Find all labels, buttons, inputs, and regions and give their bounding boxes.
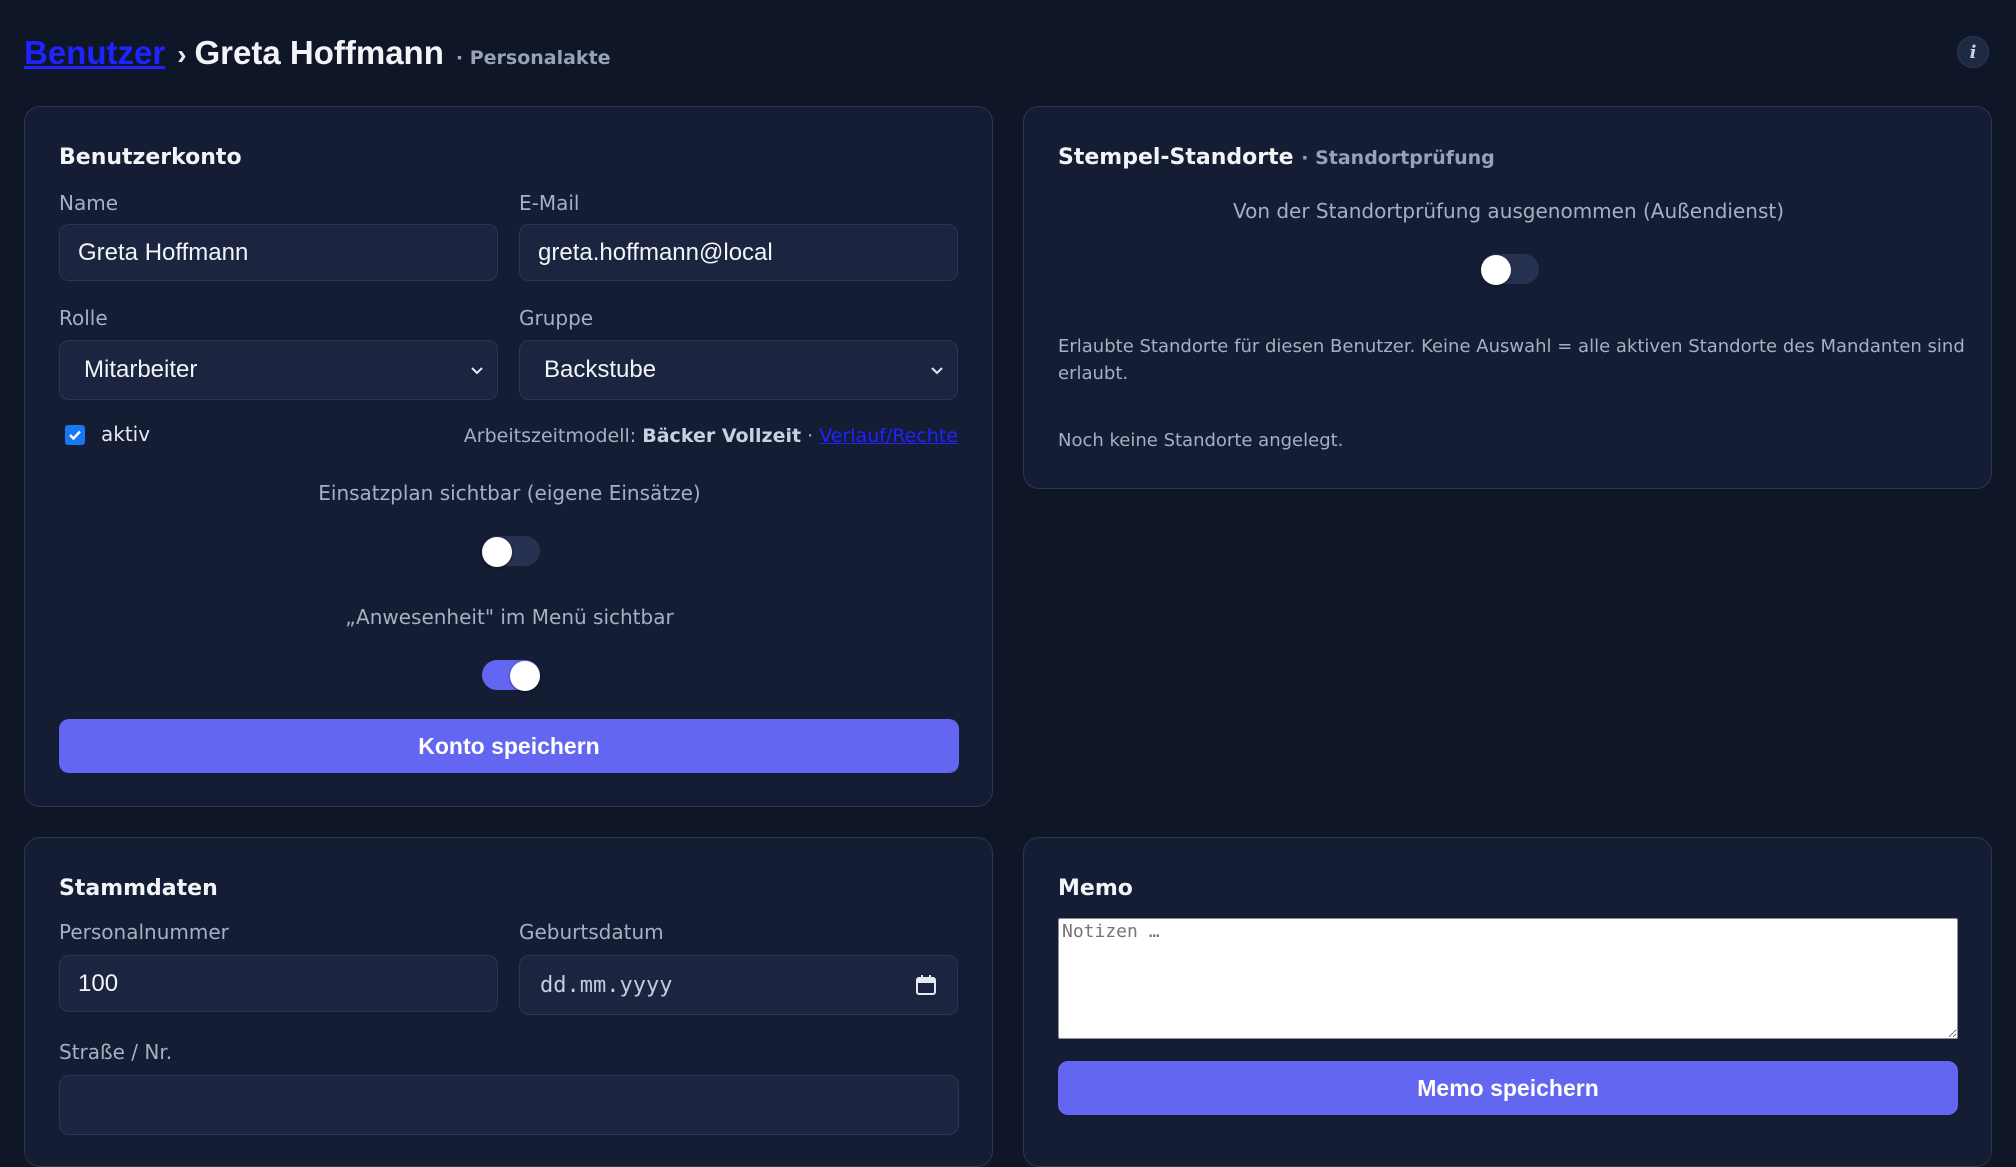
memo-textarea[interactable] [1058, 918, 1958, 1039]
locations-subtitle: · Standortprüfung [1301, 147, 1495, 169]
role-label: Rolle [59, 306, 108, 330]
locations-card: Stempel-Standorte · Standortprüfung Von … [1023, 106, 1992, 489]
personnel-number-input[interactable]: 100 [59, 955, 498, 1012]
street-label: Straße / Nr. [59, 1040, 173, 1064]
master-data-card-title: Stammdaten [59, 876, 218, 901]
toggle-knob [510, 661, 540, 691]
worktime-value: Bäcker Vollzeit [642, 425, 802, 447]
info-icon: i [1969, 41, 1977, 63]
group-select-value: Backstube [544, 356, 657, 383]
name-label: Name [59, 191, 119, 215]
memo-card-title: Memo [1058, 876, 1133, 901]
role-select[interactable]: Mitarbeiter [59, 340, 498, 400]
info-button[interactable]: i [1957, 36, 1989, 68]
save-memo-button[interactable]: Memo speichern [1058, 1061, 1958, 1115]
worktime-model: Arbeitszeitmodell: Bäcker Vollzeit · Ver… [464, 425, 958, 447]
schedule-visible-label: Einsatzplan sichtbar (eigene Einsätze) [318, 481, 701, 505]
active-checkbox[interactable] [65, 425, 85, 445]
location-exempt-toggle[interactable] [1481, 254, 1539, 285]
group-select[interactable]: Backstube [519, 340, 958, 400]
birthdate-input[interactable]: dd.mm.yyyy [519, 955, 958, 1015]
toggle-knob [482, 537, 512, 567]
attendance-menu-toggle[interactable] [482, 660, 540, 691]
save-account-button[interactable]: Konto speichern [59, 719, 959, 773]
toggle-knob [1481, 255, 1511, 285]
email-label: E-Mail [519, 191, 580, 215]
worktime-separator: · [807, 425, 814, 447]
birthdate-label: Geburtsdatum [519, 920, 664, 944]
chevron-down-icon [471, 367, 483, 375]
page-title: Greta Hoffmann [194, 34, 444, 71]
active-label: aktiv [101, 422, 151, 446]
memo-card: Memo Memo speichern [1023, 837, 1992, 1167]
location-exempt-label: Von der Standortprüfung ausgenommen (Auß… [1232, 199, 1785, 223]
chevron-down-icon [931, 367, 943, 375]
breadcrumb-link-benutzer[interactable]: Benutzer [24, 34, 165, 72]
account-card-title: Benutzerkonto [59, 145, 242, 170]
calendar-icon[interactable] [915, 974, 937, 996]
role-select-value: Mitarbeiter [84, 356, 198, 383]
email-input[interactable]: greta.hoffmann@local [519, 224, 958, 281]
worktime-prefix: Arbeitszeitmodell: [463, 425, 637, 447]
attendance-menu-label: „Anwesenheit" im Menü sichtbar [345, 605, 674, 629]
group-label: Gruppe [519, 306, 594, 330]
page-subtitle: · Personalakte [455, 47, 611, 69]
breadcrumb: Benutzer › Greta Hoffmann · Personalakte [24, 34, 611, 78]
locations-card-title: Stempel-Standorte · Standortprüfung [1058, 145, 1495, 170]
check-icon [69, 430, 81, 441]
personnel-number-label: Personalnummer [59, 920, 229, 944]
master-data-card: Stammdaten Personalnummer 100 Geburtsdat… [24, 837, 993, 1167]
worktime-history-link[interactable]: Verlauf/Rechte [819, 425, 958, 447]
account-card: Benutzerkonto Name Greta Hoffmann E-Mail… [24, 106, 993, 807]
locations-empty-text: Noch keine Standorte angelegt. [1058, 430, 1344, 451]
birthdate-placeholder: dd.mm.yyyy [540, 972, 673, 998]
locations-title: Stempel-Standorte [1058, 145, 1294, 170]
name-input[interactable]: Greta Hoffmann [59, 224, 498, 281]
locations-description: Erlaubte Standorte für diesen Benutzer. … [1058, 336, 1965, 384]
schedule-visible-toggle[interactable] [482, 536, 540, 567]
breadcrumb-separator: › [177, 39, 187, 70]
street-input[interactable] [59, 1075, 959, 1135]
